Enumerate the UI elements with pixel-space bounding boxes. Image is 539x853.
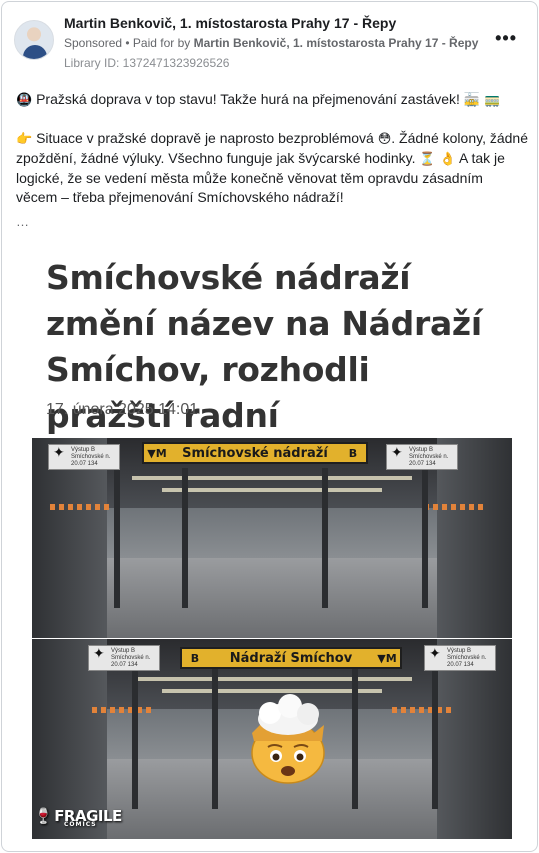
orange-lights — [50, 504, 110, 510]
gate-pillar — [212, 669, 218, 809]
library-id: Library ID: 1372471323926526 — [64, 56, 230, 70]
ceiling-light — [162, 488, 382, 492]
post-header: Martin Benkovič, 1. místostarosta Prahy … — [14, 14, 525, 74]
ceiling-light — [132, 677, 412, 681]
line-b-label: B — [190, 651, 200, 665]
more-options-icon[interactable]: ••• — [495, 28, 517, 49]
line-b-label: B — [348, 446, 358, 460]
ad-image[interactable]: Smíchovské nádraží změní název na Nádraž… — [32, 239, 512, 839]
orange-lights — [92, 707, 152, 713]
gate-pillar — [422, 468, 428, 608]
station-name-old: Smíchovské nádraží — [182, 445, 328, 461]
post-paragraph-1: 🚇 Pražská doprava v top stavu! Takže hur… — [16, 90, 528, 110]
post-paragraph-2: 👉 Situace v pražské dopravě je naprosto … — [16, 129, 528, 207]
station-sign-top: ▼M Smíchovské nádraží B — [142, 442, 368, 464]
pointing-hand-emoji-icon: 👉 — [16, 132, 33, 147]
gate-pillar — [182, 468, 188, 608]
metro-emoji-icon: 🚇 — [16, 93, 33, 108]
gate-pillar — [132, 669, 138, 809]
fragile-comics-logo: 🍷 FRAGILE COMICS — [34, 807, 122, 828]
paid-for-prefix: Paid for by — [132, 36, 194, 50]
ceiling-light — [132, 476, 412, 480]
wine-glass-icon: 🍷 — [34, 807, 53, 825]
hourglass-ok-emoji-icon: ⏳ 👌 — [419, 152, 456, 167]
ad-card: Martin Benkovič, 1. místostarosta Prahy … — [1, 1, 538, 852]
metro-logo: ▼M — [377, 651, 397, 665]
sponsored-label: Sponsored — [64, 36, 123, 50]
post-text: 🚇 Pražská doprava v top stavu! Takže hur… — [16, 90, 528, 226]
info-plate: Výstup B Smíchovské n. 20.07 134 — [386, 444, 458, 470]
flushed-face-emoji-icon: 😳 — [377, 132, 392, 147]
metro-logo: ▼M — [147, 446, 167, 460]
paragraph-1-text: Pražská doprava v top stavu! Takže hurá … — [36, 91, 460, 107]
info-plate: Výstup B Smíchovské n. 20.07 134 — [48, 444, 120, 470]
station-photo-bottom: Výstup B Smíchovské n. 20.07 134 Výstup … — [32, 639, 512, 839]
gate-pillar — [114, 468, 120, 608]
station-sign-bottom: B Nádraží Smíchov ▼M — [180, 647, 402, 669]
see-more-link[interactable]: … — [16, 214, 29, 229]
article-date: 17. února 2025 14:01 — [46, 401, 199, 418]
paid-for-by: Martin Benkovič, 1. místostarosta Prahy … — [193, 36, 479, 50]
tram-emoji-icon: 🚋 🚃 — [463, 93, 501, 108]
station-photo-top: Výstup B Smíchovské n. 20.07 134 Výstup … — [32, 438, 512, 638]
gate-pillar — [432, 669, 438, 809]
info-plate: Výstup B Smíchovské n. 20.07 134 — [88, 645, 160, 671]
avatar[interactable] — [14, 20, 54, 60]
page-name[interactable]: Martin Benkovič, 1. místostarosta Prahy … — [64, 15, 396, 31]
gate-pillar — [322, 468, 328, 608]
orange-lights — [392, 707, 452, 713]
article-screenshot: Smíchovské nádraží změní název na Nádraž… — [32, 239, 512, 438]
orange-lights — [424, 504, 484, 510]
exploding-head-emoji-icon — [251, 694, 325, 784]
gate-pillar — [352, 669, 358, 809]
info-plate: Výstup B Smíchovské n. 20.07 134 — [424, 645, 496, 671]
paragraph-2-text-a: Situace v pražské dopravě je naprosto be… — [36, 130, 374, 146]
meta-separator: • — [122, 36, 133, 50]
sponsored-line: Sponsored • Paid for by Martin Benkovič,… — [64, 36, 478, 50]
station-name-new: Nádraží Smíchov — [229, 650, 353, 666]
